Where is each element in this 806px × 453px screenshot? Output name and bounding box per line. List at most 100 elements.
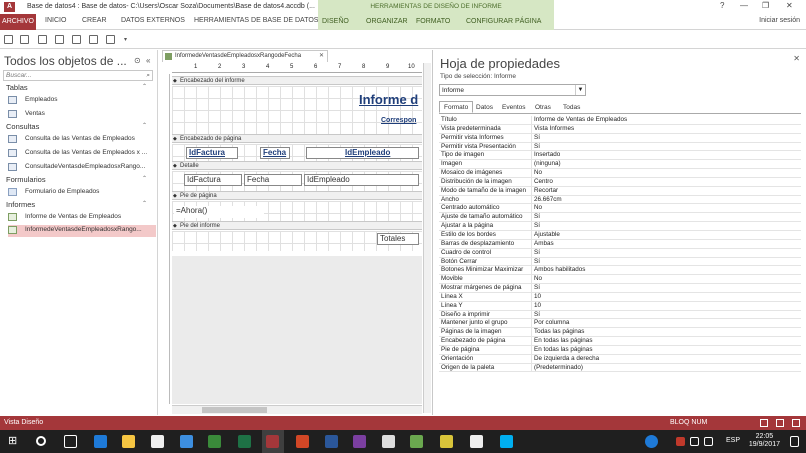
report-title-label[interactable]: Informe d bbox=[359, 92, 422, 107]
new-icon[interactable] bbox=[55, 35, 64, 44]
field-idfactura[interactable]: IdFactura bbox=[184, 174, 242, 186]
app-icon[interactable] bbox=[410, 435, 423, 448]
property-row[interactable]: Estilo de los bordes Ajustable bbox=[439, 230, 801, 240]
collapse-icon[interactable]: ⌃ bbox=[142, 122, 147, 129]
property-value[interactable]: Insertado bbox=[531, 151, 799, 160]
onenote-icon[interactable] bbox=[353, 435, 366, 448]
property-value[interactable]: Vista Informes bbox=[531, 124, 799, 133]
property-row[interactable]: Línea Y 10 bbox=[439, 301, 801, 311]
nav-item-consulta-1[interactable]: Consulta de las Ventas de Empleados bbox=[8, 134, 156, 146]
property-row[interactable]: Mosaico de imágenes No bbox=[439, 169, 801, 178]
property-row[interactable]: Permitir vista Presentación Sí bbox=[439, 142, 801, 152]
property-value[interactable]: Sí bbox=[531, 248, 799, 257]
property-value[interactable]: Centro bbox=[531, 177, 799, 186]
property-row[interactable]: Botones Minimizar Maximizar Ambos habilit… bbox=[439, 266, 801, 276]
property-value[interactable]: 26.667cm bbox=[531, 195, 799, 204]
network-icon[interactable] bbox=[690, 437, 699, 446]
camtasia-icon[interactable] bbox=[208, 435, 221, 448]
property-row[interactable]: Tipo de imagen Insertado bbox=[439, 151, 801, 161]
nav-item-ventas[interactable]: Ventas bbox=[8, 109, 156, 121]
property-value[interactable]: Por columna bbox=[531, 319, 799, 328]
property-row[interactable]: Ajuste de tamaño automático Sí bbox=[439, 213, 801, 223]
property-value[interactable]: No bbox=[531, 204, 799, 213]
property-value[interactable]: Sí bbox=[531, 133, 799, 142]
skype-icon[interactable] bbox=[500, 435, 513, 448]
property-row[interactable]: Pie de página En todas las páginas bbox=[439, 345, 801, 355]
task-view-icon[interactable] bbox=[64, 435, 77, 448]
tab-eventos[interactable]: Eventos bbox=[497, 101, 531, 113]
tab-inicio[interactable]: INICIO bbox=[45, 17, 66, 24]
tab-crear[interactable]: CREAR bbox=[82, 17, 107, 24]
label-idfactura[interactable]: IdFactura bbox=[186, 147, 238, 159]
collapse-icon[interactable]: ⌃ bbox=[142, 175, 147, 182]
horizontal-scrollbar[interactable] bbox=[172, 405, 422, 414]
property-value[interactable]: Sí bbox=[531, 142, 799, 151]
layout-icon[interactable] bbox=[776, 419, 784, 427]
design-icon[interactable] bbox=[792, 419, 800, 427]
property-row[interactable]: Movible No bbox=[439, 275, 801, 285]
property-value[interactable]: Ambas bbox=[531, 239, 799, 248]
access-taskbar-item[interactable] bbox=[262, 430, 284, 453]
document-tab[interactable]: InformedeVentasdeEmpleadosxRangodeFecha … bbox=[162, 50, 328, 62]
label-fecha[interactable]: Fecha bbox=[260, 147, 290, 159]
property-value[interactable]: Sí bbox=[531, 310, 799, 319]
section-page-header[interactable]: Encabezado de página bbox=[172, 134, 422, 143]
restore-button[interactable]: ❐ bbox=[762, 1, 769, 10]
action-center-icon[interactable] bbox=[790, 436, 799, 447]
property-value[interactable]: Informe de Ventas de Empleados bbox=[531, 116, 799, 124]
volume-icon[interactable] bbox=[704, 437, 713, 446]
field-fecha[interactable]: Fecha bbox=[244, 174, 302, 186]
vertical-scrollbar[interactable] bbox=[423, 63, 431, 413]
tab-configurar-pagina[interactable]: CONFIGURAR PÁGINA bbox=[462, 14, 554, 30]
view-icon[interactable] bbox=[20, 35, 29, 44]
property-value[interactable]: 10 bbox=[531, 292, 799, 301]
property-value[interactable]: Sí bbox=[531, 257, 799, 266]
save-icon[interactable] bbox=[4, 35, 13, 44]
edge-icon[interactable] bbox=[94, 435, 107, 448]
section-page-footer[interactable]: Pie de página bbox=[172, 191, 422, 200]
label-idempleado[interactable]: IdEmpleado bbox=[306, 147, 419, 159]
label-totales[interactable]: Totales bbox=[377, 233, 419, 245]
help-icon[interactable] bbox=[645, 435, 658, 448]
property-value[interactable]: Sí bbox=[531, 284, 799, 293]
property-row[interactable]: Permitir vista Informes Sí bbox=[439, 133, 801, 143]
chevron-down-icon[interactable]: ▼ bbox=[575, 85, 585, 95]
close-button[interactable]: ✕ bbox=[786, 1, 793, 10]
nav-group-tablas[interactable]: Tablas ⌃ bbox=[6, 83, 147, 92]
nav-collapse-icon[interactable]: « bbox=[146, 56, 150, 65]
scroll-thumb[interactable] bbox=[202, 407, 267, 413]
collapse-icon[interactable]: ⌃ bbox=[142, 200, 147, 207]
dropbox-icon[interactable] bbox=[180, 435, 193, 448]
notification-icon[interactable] bbox=[676, 437, 685, 446]
close-icon[interactable]: ✕ bbox=[793, 54, 800, 63]
property-row[interactable]: Mostrar márgenes de página Sí bbox=[439, 284, 801, 293]
field-now[interactable]: =Ahora() bbox=[174, 206, 264, 218]
property-row[interactable]: Cuadro de control Sí bbox=[439, 248, 801, 258]
property-row[interactable]: Modo de tamaño de la imagen Recortar bbox=[439, 186, 801, 196]
help-icon[interactable]: ? bbox=[720, 1, 724, 10]
tab-datos[interactable]: Datos bbox=[471, 101, 498, 113]
file-explorer-icon[interactable] bbox=[122, 435, 135, 448]
nav-group-consultas[interactable]: Consultas ⌃ bbox=[6, 122, 147, 131]
mail-icon[interactable] bbox=[470, 435, 483, 448]
property-value[interactable]: Sí bbox=[531, 213, 799, 222]
table-icon[interactable] bbox=[38, 35, 47, 44]
property-row[interactable]: Vista predeterminada Vista Informes bbox=[439, 124, 801, 134]
property-value[interactable]: (ninguna) bbox=[531, 160, 799, 169]
nav-group-formularios[interactable]: Formularios ⌃ bbox=[6, 175, 147, 184]
windows-start-icon[interactable]: ⊞ bbox=[8, 435, 21, 448]
field-idempleado[interactable]: IdEmpleado bbox=[304, 174, 419, 186]
property-value[interactable]: 10 bbox=[531, 301, 799, 310]
section-report-footer[interactable]: Pie del informe bbox=[172, 221, 422, 230]
property-value[interactable]: Sí bbox=[531, 222, 799, 231]
property-value[interactable]: Todas las páginas bbox=[531, 328, 799, 337]
undo-icon[interactable] bbox=[106, 35, 115, 44]
word-icon[interactable] bbox=[325, 435, 338, 448]
tab-herramientas-bd[interactable]: HERRAMIENTAS DE BASE DE DATOS bbox=[194, 17, 318, 24]
property-row[interactable]: Botón Cerrar Sí bbox=[439, 257, 801, 267]
nav-item-informe-2[interactable]: InformedeVentasdeEmpleadosxRango... bbox=[8, 225, 156, 237]
property-value[interactable]: Recortar bbox=[531, 186, 799, 195]
property-row[interactable]: Mantener junto el grupo Por columna bbox=[439, 319, 801, 329]
tab-datos-externos[interactable]: DATOS EXTERNOS bbox=[121, 17, 185, 24]
property-row[interactable]: Ancho 26.667cm bbox=[439, 195, 801, 205]
